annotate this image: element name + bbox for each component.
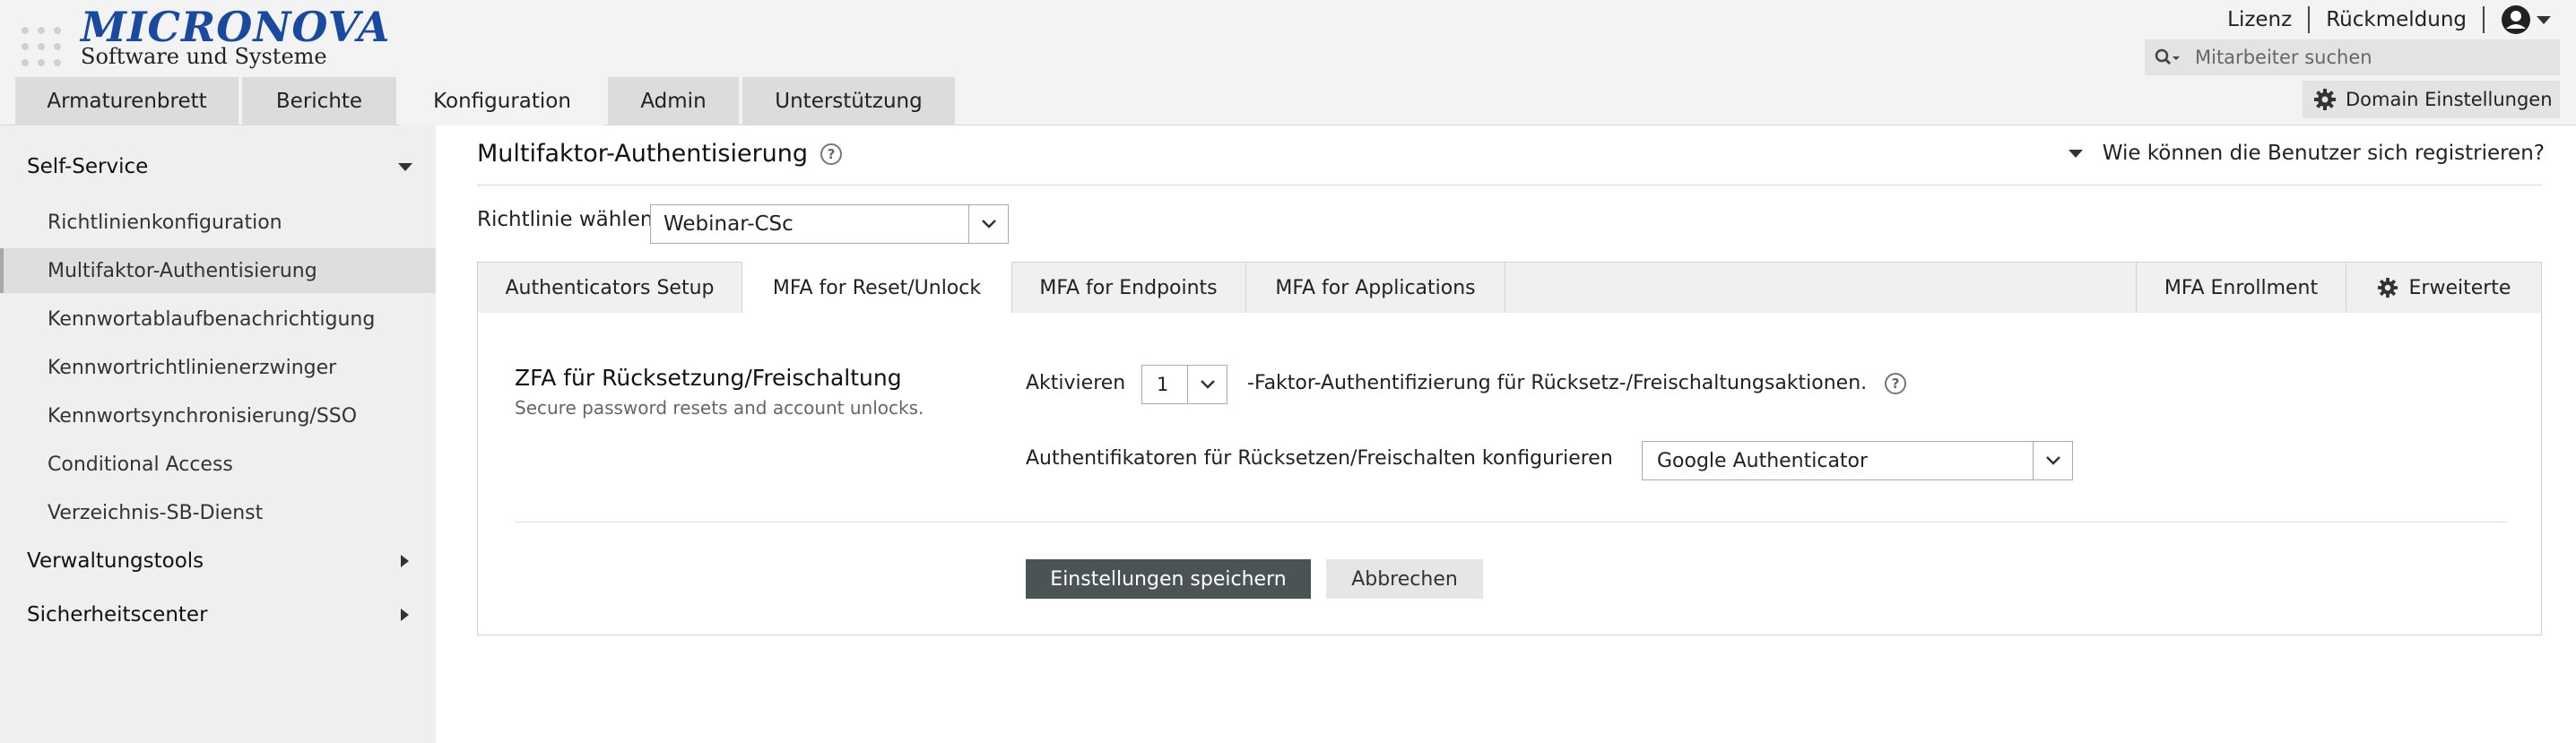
nav-tab-configuration[interactable]: Konfiguration <box>400 77 604 125</box>
gear-icon <box>2377 277 2398 298</box>
help-icon[interactable]: ? <box>820 143 843 165</box>
sidebar-section-security-center[interactable]: Sicherheitscenter <box>27 597 412 633</box>
chevron-down-icon <box>2033 442 2072 479</box>
policy-select[interactable]: Webinar-CSc <box>650 204 1009 244</box>
policy-label: Richtlinie wählen <box>477 208 654 231</box>
chevron-down-icon <box>2537 15 2551 24</box>
activate-label: Aktivieren <box>1026 372 1126 394</box>
registration-help-link[interactable]: Wie können die Benutzer sich registriere… <box>2068 142 2545 165</box>
factor-count-value: 1 <box>1157 374 1169 395</box>
license-link[interactable]: Lizenz <box>2227 8 2292 31</box>
app-grid-icon[interactable] <box>22 27 61 66</box>
nav-tab-support[interactable]: Unterstützung <box>742 77 955 125</box>
domain-settings-label: Domain Einstellungen <box>2346 89 2553 110</box>
policy-select-value: Webinar-CSc <box>664 212 794 236</box>
mfa-tabs: Authenticators Setup MFA for Reset/Unloc… <box>477 262 2542 315</box>
sidebar-section-label: Sicherheitscenter <box>27 603 208 626</box>
nav-tab-admin[interactable]: Admin <box>608 77 739 125</box>
search-icon[interactable] <box>2145 39 2190 75</box>
employee-search <box>2145 39 2560 75</box>
feedback-link[interactable]: Rückmeldung <box>2326 8 2467 31</box>
sidebar-section-label: Verwaltungstools <box>27 549 204 573</box>
factor-count-select[interactable]: 1 <box>1141 365 1227 404</box>
chevron-down-icon <box>2068 149 2083 158</box>
authenticators-select-value: Google Authenticator <box>1657 449 1869 472</box>
user-icon <box>2502 5 2530 34</box>
sidebar-item-password-expiration[interactable]: Kennwortablaufbenachrichtigung <box>0 297 436 341</box>
help-icon[interactable]: ? <box>1885 372 1907 394</box>
section-title: ZFA für Rücksetzung/Freischaltung <box>515 365 902 391</box>
chevron-down-icon <box>968 205 1008 243</box>
sidebar-item-policy-configuration[interactable]: Richtlinienkonfiguration <box>0 200 436 245</box>
page-title: Multifaktor-Authentisierung ? <box>477 140 843 168</box>
sidebar-section-label: Self-Service <box>27 155 149 178</box>
authenticators-select[interactable]: Google Authenticator <box>1642 441 2073 480</box>
sidebar-item-password-policy-enforcer[interactable]: Kennwortrichtlinienerzwinger <box>0 345 436 390</box>
factor-suffix: -Faktor-Authentifizierung für Rücksetz-/… <box>1247 372 1907 394</box>
sidebar: Self-Service Richtlinienkonfiguration Mu… <box>0 125 436 743</box>
search-input[interactable] <box>2190 39 2560 75</box>
top-links: Lizenz Rückmeldung <box>2227 0 2551 39</box>
tab-mfa-enrollment[interactable]: MFA Enrollment <box>2136 262 2346 314</box>
divider <box>2483 6 2485 33</box>
domain-settings-button[interactable]: Domain Einstellungen <box>2303 81 2560 118</box>
sidebar-item-conditional-access[interactable]: Conditional Access <box>0 442 436 487</box>
chevron-down-icon <box>1187 366 1227 403</box>
cancel-button[interactable]: Abbrechen <box>1326 559 1483 599</box>
tab-mfa-endpoints[interactable]: MFA for Endpoints <box>1011 262 1246 314</box>
chevron-right-icon <box>401 609 409 621</box>
mfa-reset-unlock-panel: ZFA für Rücksetzung/Freischaltung Secure… <box>477 313 2542 635</box>
app-header: MICRONOVA Software und Systeme Lizenz Rü… <box>0 0 2576 125</box>
nav-tab-dashboard[interactable]: Armaturenbrett <box>15 77 239 125</box>
divider <box>477 185 2542 186</box>
user-menu[interactable] <box>2501 4 2551 35</box>
sidebar-item-directory-self-service[interactable]: Verzeichnis-SB-Dienst <box>0 490 436 535</box>
registration-help-label: Wie können die Benutzer sich registriere… <box>2102 142 2545 165</box>
logo-subtitle: Software und Systeme <box>81 44 327 69</box>
tab-mfa-applications[interactable]: MFA for Applications <box>1246 262 1505 314</box>
gear-icon <box>2314 89 2336 110</box>
factor-suffix-text: -Faktor-Authentifizierung für Rücksetz-/… <box>1247 372 1868 394</box>
tab-authenticators-setup[interactable]: Authenticators Setup <box>478 262 742 314</box>
save-settings-button[interactable]: Einstellungen speichern <box>1026 559 1311 599</box>
tab-advanced-label: Erweiterte <box>2408 276 2511 299</box>
section-description: Secure password resets and account unloc… <box>515 397 924 419</box>
tab-mfa-reset-unlock[interactable]: MFA for Reset/Unlock <box>742 262 1012 315</box>
nav-tab-reports[interactable]: Berichte <box>242 77 396 125</box>
sidebar-item-password-sync-sso[interactable]: Kennwortsynchronisierung/SSO <box>0 393 436 438</box>
divider <box>515 522 2507 523</box>
sidebar-section-admin-tools[interactable]: Verwaltungstools <box>27 543 412 579</box>
sidebar-item-mfa[interactable]: Multifaktor-Authentisierung <box>0 248 436 293</box>
authenticators-label: Authentifikatoren für Rücksetzen/Freisch… <box>1026 447 1613 470</box>
main-nav: Armaturenbrett Berichte Konfiguration Ad… <box>15 77 958 125</box>
sidebar-section-self-service[interactable]: Self-Service <box>27 149 412 185</box>
divider <box>2308 6 2311 33</box>
chevron-right-icon <box>401 555 409 567</box>
tab-advanced[interactable]: Erweiterte <box>2346 262 2541 314</box>
chevron-down-icon <box>398 162 412 171</box>
page-title-text: Multifaktor-Authentisierung <box>477 140 809 168</box>
